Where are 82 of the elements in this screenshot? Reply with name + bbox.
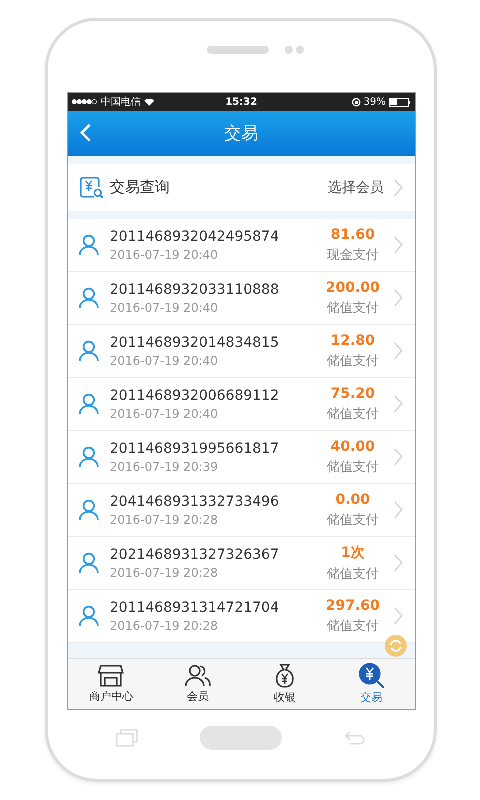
transaction-row[interactable]: 2011468931995661817 2016-07-19 20:39 40.00 储值支付 bbox=[68, 431, 415, 484]
rotation-lock-icon bbox=[352, 98, 361, 106]
battery-percent: 39% bbox=[364, 96, 386, 108]
transaction-amount: 297.60 bbox=[326, 598, 380, 614]
user-icon bbox=[78, 552, 100, 574]
chevron-right-icon bbox=[394, 607, 403, 625]
tab-item[interactable]: 交易 bbox=[328, 659, 415, 709]
receipt-search-icon bbox=[80, 176, 104, 198]
chevron-right-icon bbox=[394, 236, 403, 254]
transaction-time: 2016-07-19 20:28 bbox=[110, 618, 220, 632]
transaction-amount: 1次 bbox=[341, 544, 365, 562]
transaction-number: 2011468932006689112 bbox=[110, 388, 280, 404]
payment-method: 储值支付 bbox=[327, 406, 379, 422]
transaction-number: 2021468931327326367 bbox=[110, 546, 280, 562]
camera-icon bbox=[285, 44, 305, 54]
user-icon bbox=[78, 340, 100, 362]
chevron-right-icon bbox=[394, 448, 403, 466]
battery-icon bbox=[389, 98, 411, 106]
transaction-number: 2011468932042495874 bbox=[110, 228, 280, 244]
chevron-right-icon bbox=[394, 178, 403, 196]
recent-apps-icon bbox=[116, 728, 140, 746]
transaction-time: 2016-07-19 20:28 bbox=[110, 566, 220, 580]
select-member-label: 选择会员 bbox=[328, 178, 384, 196]
people-icon bbox=[185, 664, 212, 688]
tab-item[interactable]: 会员 bbox=[154, 659, 242, 709]
home-button[interactable] bbox=[200, 726, 282, 750]
user-icon bbox=[78, 499, 100, 521]
transaction-number: 2011468932014834815 bbox=[110, 334, 280, 350]
transaction-time: 2016-07-19 20:40 bbox=[110, 406, 220, 420]
transaction-amount: 81.60 bbox=[330, 226, 376, 242]
user-icon bbox=[78, 446, 100, 468]
transaction-number: 2011468931314721704 bbox=[110, 600, 280, 616]
transaction-row[interactable]: 2011468932006689112 2016-07-19 20:40 75.20 储值支付 bbox=[68, 378, 415, 431]
wifi-icon bbox=[144, 98, 155, 106]
query-row[interactable]: 交易查询 选择会员 bbox=[68, 164, 415, 211]
transaction-number: 2041468931332733496 bbox=[110, 494, 280, 510]
payment-method: 现金支付 bbox=[327, 246, 379, 264]
transaction-number: 2011468931995661817 bbox=[110, 440, 280, 456]
transaction-amount: 40.00 bbox=[330, 438, 376, 454]
transaction-time: 2016-07-19 20:40 bbox=[110, 354, 220, 368]
payment-method: 储值支付 bbox=[327, 618, 379, 634]
chevron-right-icon bbox=[394, 501, 403, 519]
payment-method: 储值支付 bbox=[327, 300, 379, 316]
chevron-right-icon bbox=[394, 554, 403, 572]
chevron-right-icon bbox=[394, 289, 403, 307]
user-icon bbox=[78, 287, 100, 309]
coin-search-icon bbox=[358, 663, 386, 689]
back-arrow-icon bbox=[342, 728, 366, 746]
user-icon bbox=[78, 393, 100, 415]
speaker-slot bbox=[207, 46, 269, 54]
user-icon bbox=[78, 605, 100, 627]
payment-method: 储值支付 bbox=[327, 566, 379, 582]
signal-icon bbox=[72, 99, 98, 105]
tab-item[interactable]: 收银 bbox=[242, 659, 328, 709]
back-icon[interactable] bbox=[80, 123, 92, 143]
refresh-button[interactable] bbox=[385, 635, 407, 657]
page-title: 交易 bbox=[224, 123, 258, 145]
clock-time: 15:32 bbox=[226, 96, 258, 108]
transaction-row[interactable]: 2011468932042495874 2016-07-19 20:40 81.60 现金支付 bbox=[68, 219, 415, 272]
transaction-row[interactable]: 2041468931332733496 2016-07-19 20:28 0.00 储值支付 bbox=[68, 484, 415, 537]
transaction-number: 2011468932033110888 bbox=[110, 282, 280, 298]
transaction-row[interactable]: 2011468932014834815 2016-07-19 20:40 12.80 储值支付 bbox=[68, 325, 415, 378]
transaction-amount: 12.80 bbox=[330, 332, 376, 348]
payment-method: 储值支付 bbox=[327, 458, 379, 476]
query-label: 交易查询 bbox=[110, 178, 171, 197]
storefront-icon bbox=[98, 664, 124, 688]
transaction-amount: 200.00 bbox=[326, 280, 380, 296]
transaction-time: 2016-07-19 20:39 bbox=[110, 460, 220, 474]
chevron-right-icon bbox=[394, 342, 403, 360]
transaction-amount: 75.20 bbox=[330, 386, 376, 402]
transaction-time: 2016-07-19 20:40 bbox=[110, 300, 220, 314]
tab-item[interactable]: 商户中心 bbox=[68, 659, 155, 709]
transaction-amount: 0.00 bbox=[336, 492, 370, 508]
user-icon bbox=[78, 234, 100, 256]
transaction-time: 2016-07-19 20:28 bbox=[110, 512, 220, 526]
transaction-row[interactable]: 2011468932033110888 2016-07-19 20:40 200.00 储值支付 bbox=[68, 272, 415, 325]
transaction-time: 2016-07-19 20:40 bbox=[110, 248, 220, 262]
chevron-right-icon bbox=[394, 395, 403, 413]
payment-method: 储值支付 bbox=[327, 352, 379, 370]
transaction-row[interactable]: 2021468931327326367 2016-07-19 20:28 1次 储值支付 bbox=[68, 537, 415, 590]
payment-method: 储值支付 bbox=[327, 512, 379, 528]
carrier-name: 中国电信 bbox=[101, 96, 141, 109]
